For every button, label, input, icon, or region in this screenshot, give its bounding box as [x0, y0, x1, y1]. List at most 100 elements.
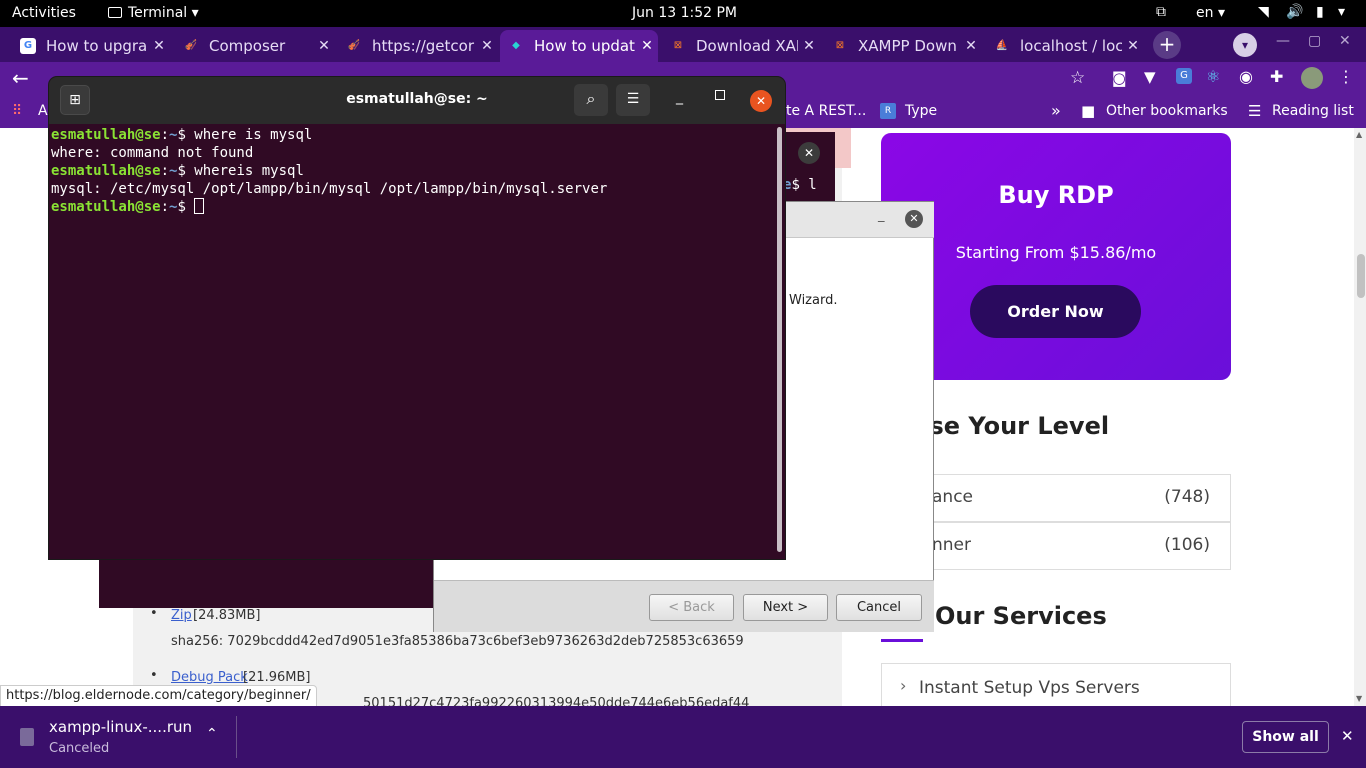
heading-underline	[881, 639, 923, 642]
terminal-window: ⊞ esmatullah@se: ~ ⌕ ☰ _ ✕ esmatullah@se…	[49, 77, 785, 559]
debug-size: [21.96MB]	[243, 670, 311, 685]
back-button[interactable]: < Back	[649, 594, 734, 621]
background-terminal-text: e$ l	[783, 177, 817, 193]
activities-button[interactable]: Activities	[12, 5, 76, 21]
close-icon[interactable]: ✕	[798, 142, 820, 164]
close-icon[interactable]: ✕	[636, 38, 658, 54]
zip-hash: sha256: 7029bcddd42ed7d9051e3fa85386ba73…	[171, 634, 744, 649]
tab-5[interactable]: ⊠ XAMPP Down ✕	[824, 30, 982, 62]
react-icon[interactable]: ⚛	[1206, 67, 1220, 86]
minimize-icon[interactable]: _	[676, 89, 683, 105]
maximize-icon[interactable]	[715, 90, 725, 100]
xampp-icon: ⊠	[673, 40, 683, 51]
app-menu-label: Terminal	[128, 5, 188, 21]
tab-strip: G How to upgra ✕ 🎻 Composer ✕ 🎻 https://getco…	[0, 27, 1366, 62]
avatar[interactable]	[1301, 67, 1323, 89]
chevron-down-icon[interactable]: ▾	[1338, 4, 1345, 20]
screen-icon[interactable]: ⧉	[1156, 4, 1166, 20]
scroll-up-icon[interactable]: ▲	[1356, 130, 1362, 139]
tab-label: How to updat	[534, 37, 635, 55]
battery-icon[interactable]: ▮	[1316, 4, 1324, 20]
zip-download-link[interactable]: Zip	[171, 608, 192, 623]
terminal-line: esmatullah@se:~$ where is mysql	[51, 127, 313, 143]
tab-label: Composer	[209, 37, 286, 55]
eldernode-icon: ◆	[512, 40, 520, 51]
service-item[interactable]: › Instant Setup Vps Servers	[881, 663, 1231, 706]
close-icon[interactable]: ✕	[905, 210, 923, 228]
close-icon[interactable]: ✕	[1122, 38, 1144, 54]
level-label: ance	[932, 487, 973, 507]
close-icon[interactable]: ✕	[1341, 727, 1354, 745]
more-bookmarks-icon[interactable]: »	[1051, 101, 1061, 120]
translate-icon[interactable]: G	[1176, 68, 1192, 84]
minimize-icon[interactable]: —	[1276, 33, 1290, 49]
service-label: Instant Setup Vps Servers	[919, 678, 1140, 698]
levels-heading: ose Your Level	[913, 412, 1110, 440]
download-filename[interactable]: xampp-linux-....run	[49, 718, 192, 736]
other-bookmarks[interactable]: Other bookmarks	[1106, 103, 1228, 119]
back-icon[interactable]: ←	[12, 66, 29, 90]
prompt-user: esmatullah@se	[51, 199, 161, 215]
terminal-icon	[108, 7, 122, 18]
close-icon[interactable]: ✕	[476, 38, 498, 54]
close-window-icon[interactable]: ✕	[1339, 33, 1351, 49]
bookmark-type[interactable]: Type	[905, 103, 937, 119]
maximize-icon[interactable]: ▢	[1308, 33, 1321, 49]
language-selector[interactable]: en ▾	[1196, 5, 1225, 21]
apps-icon[interactable]: ⠿	[12, 103, 22, 119]
terminal-scrollbar-thumb[interactable]	[777, 127, 782, 552]
tab-3-active[interactable]: ◆ How to updat ✕	[500, 30, 658, 62]
scroll-down-icon[interactable]: ▼	[1356, 694, 1362, 703]
folder-icon: ■	[1081, 102, 1096, 120]
extensions-icon[interactable]: ✚	[1270, 67, 1283, 86]
bookmark-apps[interactable]: A	[38, 103, 48, 119]
clock[interactable]: Jun 13 1:52 PM	[632, 5, 737, 21]
volume-icon[interactable]: 🔊	[1286, 4, 1303, 20]
hamburger-menu-icon[interactable]: ☰	[616, 84, 650, 116]
order-now-button[interactable]: Order Now	[970, 285, 1141, 338]
close-icon[interactable]: ✕	[798, 38, 820, 54]
app-menu[interactable]: Terminal ▾	[108, 5, 199, 21]
next-button[interactable]: Next >	[743, 594, 828, 621]
chevron-up-icon[interactable]: ⌃	[206, 726, 218, 742]
cursor	[194, 198, 205, 214]
new-tab-button[interactable]: +	[1153, 31, 1181, 59]
tab-1[interactable]: 🎻 Composer ✕	[175, 30, 335, 62]
google-icon: G	[20, 38, 36, 54]
file-icon	[20, 728, 34, 746]
terminal-output[interactable]: esmatullah@se:~$ where is mysql where: co…	[49, 124, 776, 559]
tab-search-icon[interactable]: ▾	[1233, 33, 1257, 57]
tab-2[interactable]: 🎻 https://getcor ✕	[338, 30, 498, 62]
terminal-scrollbar[interactable]	[776, 124, 785, 559]
vuejs-icon[interactable]: ▼	[1144, 68, 1156, 86]
show-all-button[interactable]: Show all	[1242, 721, 1329, 753]
tab-label: XAMPP Down	[858, 37, 957, 55]
terminal-line: mysql: /etc/mysql /opt/lampp/bin/mysql /…	[51, 181, 608, 197]
close-icon[interactable]: ✕	[960, 38, 982, 54]
star-icon[interactable]: ☆	[1070, 68, 1085, 88]
zip-size: [24.83MB]	[193, 608, 261, 623]
tab-6[interactable]: ⛵ localhost / loc ✕	[986, 30, 1144, 62]
record-icon[interactable]: ◉	[1239, 67, 1253, 86]
menu-icon[interactable]: ⋮	[1338, 67, 1354, 86]
tab-0[interactable]: G How to upgra ✕	[12, 30, 170, 62]
close-icon[interactable]: ✕	[313, 38, 335, 54]
wifi-icon[interactable]: ◥	[1258, 4, 1269, 20]
search-icon[interactable]: ⌕	[574, 84, 608, 116]
reading-list[interactable]: Reading list	[1272, 103, 1354, 119]
command: $ whereis mysql	[177, 163, 304, 179]
minimize-icon[interactable]: _	[878, 208, 885, 223]
page-scrollbar[interactable]: ▲ ▼	[1354, 128, 1366, 706]
debug-download-link[interactable]: Debug Pack	[171, 670, 248, 685]
scrollbar-thumb[interactable]	[1357, 254, 1365, 298]
tab-label: How to upgra	[46, 37, 148, 55]
level-count: (748)	[1164, 487, 1210, 507]
tab-4[interactable]: ⊠ Download XAI ✕	[662, 30, 820, 62]
close-icon[interactable]: ✕	[750, 90, 772, 112]
cancel-button[interactable]: Cancel	[836, 594, 922, 621]
command: $ where is mysql	[177, 127, 313, 143]
camera-icon[interactable]: ◙	[1112, 69, 1127, 87]
bookmark-rest[interactable]: te A REST...	[786, 103, 866, 119]
close-icon[interactable]: ✕	[148, 38, 170, 54]
prompt-user: esmatullah@se	[51, 127, 161, 143]
